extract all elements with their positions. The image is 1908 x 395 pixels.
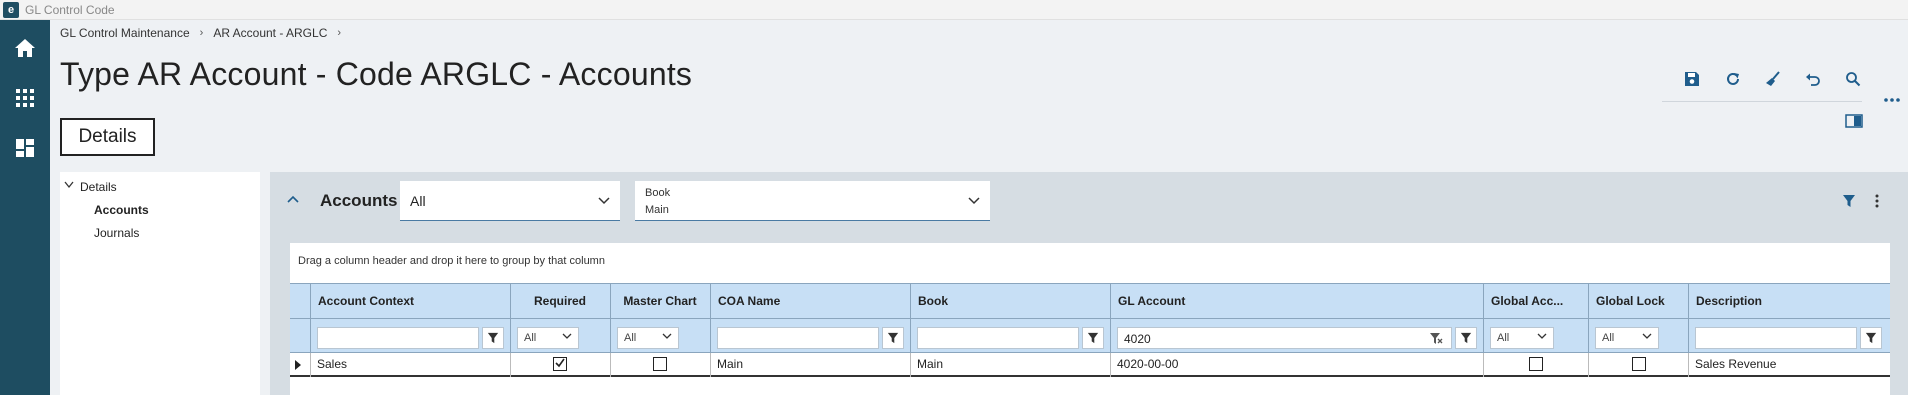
accounts-header: Accounts All Book Main xyxy=(270,172,1908,231)
book-dropdown[interactable]: Book Main xyxy=(635,181,990,221)
group-by-hint: Drag a column header and drop it here to… xyxy=(298,255,605,267)
tree-item-accounts[interactable]: Accounts xyxy=(94,203,149,217)
column-header-gl-account[interactable]: GL Account xyxy=(1118,294,1478,308)
required-filter-value: All xyxy=(524,332,537,344)
column-header-book[interactable]: Book xyxy=(918,294,1108,308)
apps-grid-icon[interactable] xyxy=(0,78,50,118)
master-chart-checkbox[interactable] xyxy=(653,357,667,371)
column-header-global-lock[interactable]: Global Lock xyxy=(1596,294,1686,308)
tab-details[interactable]: Details xyxy=(60,118,155,156)
app-logo-icon: e xyxy=(3,1,19,18)
nav-rail xyxy=(0,20,50,395)
global-lock-filter-select[interactable]: All xyxy=(1595,327,1659,349)
row-indicator-icon xyxy=(295,360,301,370)
chevron-down-icon xyxy=(662,333,672,339)
column-header-required[interactable]: Required xyxy=(510,294,610,308)
chevron-right-icon: › xyxy=(337,27,342,39)
breadcrumb: GL Control Maintenance › AR Account - AR… xyxy=(60,26,341,40)
chevron-down-icon[interactable] xyxy=(64,181,74,189)
global-acc-filter-select[interactable]: All xyxy=(1490,327,1554,349)
more-horizontal-icon[interactable] xyxy=(1880,88,1904,112)
filter-icon[interactable] xyxy=(1455,327,1477,349)
column-header-master-chart[interactable]: Master Chart xyxy=(610,294,710,308)
toolbar-divider xyxy=(1662,101,1862,102)
clear-filter-icon[interactable] xyxy=(1429,332,1443,345)
filter-icon[interactable] xyxy=(1842,194,1856,211)
cell-book[interactable]: Main xyxy=(917,357,943,371)
cell-gl-account[interactable]: 4020-00-00 xyxy=(1117,357,1178,371)
save-icon[interactable] xyxy=(1680,67,1704,91)
window-titlebar: e GL Control Code xyxy=(0,0,1908,20)
gl-account-filter-input[interactable]: 4020 xyxy=(1117,327,1452,349)
description-filter-input[interactable] xyxy=(1695,327,1857,349)
accounts-section: Accounts All Book Main Drag a column hea… xyxy=(270,172,1908,395)
more-vertical-icon[interactable] xyxy=(1874,193,1880,212)
chevron-down-icon xyxy=(1642,333,1652,339)
gl-account-filter-value: 4020 xyxy=(1124,332,1151,346)
global-acc-checkbox[interactable] xyxy=(1529,357,1543,371)
global-lock-filter-value: All xyxy=(1602,332,1615,344)
cell-description[interactable]: Sales Revenue xyxy=(1695,357,1776,371)
page-title: Type AR Account - Code ARGLC - Accounts xyxy=(60,56,693,92)
table-row[interactable]: Sales Main Main 4020-00-00 Sales Revenue xyxy=(290,353,1890,377)
global-acc-filter-value: All xyxy=(1497,332,1510,344)
global-lock-checkbox[interactable] xyxy=(1632,357,1646,371)
master-chart-filter-select[interactable]: All xyxy=(617,327,679,349)
refresh-icon[interactable] xyxy=(1721,67,1745,91)
checkmark-icon xyxy=(555,358,565,368)
dashboard-icon[interactable] xyxy=(0,128,50,168)
filter-icon[interactable] xyxy=(1082,327,1104,349)
book-label: Book xyxy=(645,187,671,199)
chevron-down-icon xyxy=(562,333,572,339)
filter-icon[interactable] xyxy=(1860,327,1882,349)
search-icon[interactable] xyxy=(1841,67,1865,91)
cell-coa-name[interactable]: Main xyxy=(717,357,743,371)
coa-name-filter-input[interactable] xyxy=(717,327,879,349)
accounts-filter-dropdown[interactable]: All xyxy=(400,181,620,221)
breadcrumb-item[interactable]: AR Account - ARGLC xyxy=(213,26,327,40)
column-header-description[interactable]: Description xyxy=(1696,294,1886,308)
breadcrumb-item[interactable]: GL Control Maintenance xyxy=(60,26,190,40)
window-title: GL Control Code xyxy=(25,2,115,17)
chevron-down-icon xyxy=(598,196,610,204)
accounts-filter-value: All xyxy=(410,193,426,209)
required-checkbox[interactable] xyxy=(553,357,567,371)
master-chart-filter-value: All xyxy=(624,332,637,344)
column-header-coa-name[interactable]: COA Name xyxy=(718,294,908,308)
column-header-account-context[interactable]: Account Context xyxy=(318,294,508,308)
chevron-down-icon xyxy=(1537,333,1547,339)
filter-icon[interactable] xyxy=(882,327,904,349)
cell-account-context[interactable]: Sales xyxy=(317,357,347,371)
chevron-right-icon: › xyxy=(199,27,204,39)
tree-item-journals[interactable]: Journals xyxy=(94,226,139,240)
required-filter-select[interactable]: All xyxy=(517,327,579,349)
panel-toggle-icon[interactable] xyxy=(1842,109,1866,133)
chevron-down-icon xyxy=(968,196,980,204)
accounts-grid: Drag a column header and drop it here to… xyxy=(290,243,1890,395)
tree-item-details[interactable]: Details xyxy=(80,180,117,194)
grid-header-row: Account Context Required Master Chart CO… xyxy=(290,283,1890,320)
navigation-tree: Details Accounts Journals xyxy=(60,172,260,395)
book-filter-input[interactable] xyxy=(917,327,1079,349)
filter-icon[interactable] xyxy=(482,327,504,349)
account-context-filter-input[interactable] xyxy=(317,327,479,349)
clear-broom-icon[interactable] xyxy=(1761,67,1785,91)
home-icon[interactable] xyxy=(0,28,50,68)
accounts-title: Accounts xyxy=(320,191,398,210)
chevron-up-icon[interactable] xyxy=(284,190,302,208)
book-value: Main xyxy=(645,204,669,216)
undo-icon[interactable] xyxy=(1801,67,1825,91)
column-header-global-acc[interactable]: Global Acc... xyxy=(1491,294,1586,308)
grid-filter-row: All All 4020 All All xyxy=(290,319,1890,353)
